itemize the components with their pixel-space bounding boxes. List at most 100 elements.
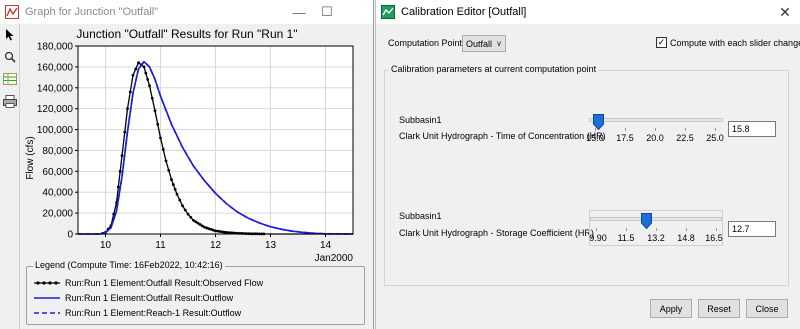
param1-name: Clark Unit Hydrograph - Time of Concentr… <box>399 131 606 141</box>
calibration-app-icon <box>381 5 395 19</box>
x-axis-label: Jan2000 <box>315 253 354 264</box>
graph-app-icon <box>5 5 19 19</box>
y-tick-label: 20,000 <box>42 209 73 220</box>
param1-tick-label: 25.0 <box>706 133 724 143</box>
print-icon[interactable] <box>1 92 19 110</box>
param2-tick-label: 9.90 <box>589 233 607 243</box>
param2-subbasin: Subbasin1 <box>399 211 442 221</box>
legend-swatch-reach-outflow <box>34 312 60 314</box>
observed-point <box>173 188 177 191</box>
x-tick-label: 12 <box>210 240 222 251</box>
plot-pane: Junction "Outfall" Results for Run "Run … <box>21 24 373 329</box>
table-icon[interactable] <box>1 70 19 88</box>
observed-point <box>120 154 124 158</box>
y-tick-label: 140,000 <box>37 83 74 94</box>
chart-title: Junction "Outfall" Results for Run "Run … <box>76 27 297 41</box>
observed-point <box>161 148 165 151</box>
observed-point <box>178 198 182 202</box>
observed-point <box>156 122 160 126</box>
calibration-window-title: Calibration Editor [Outfall] <box>401 6 527 18</box>
graph-window-title: Graph for Junction "Outfall" <box>25 6 159 18</box>
legend-label-reach-outflow: Run:Run 1 Element:Reach-1 Result:Outflow <box>65 308 242 318</box>
legend-item-reach-outflow: Run:Run 1 Element:Reach-1 Result:Outflow <box>33 307 241 319</box>
observed-point <box>142 65 146 69</box>
graph-titlebar[interactable]: Graph for Junction "Outfall" — ☐ <box>0 0 373 24</box>
compute-each-change-checkbox[interactable]: ✓ <box>656 37 667 48</box>
param2-tick-label: 16.5 <box>705 233 723 243</box>
y-tick-label: 60,000 <box>42 167 73 178</box>
observed-point <box>181 204 184 208</box>
observed-point <box>171 183 175 186</box>
observed-point <box>146 78 150 81</box>
y-tick-label: 120,000 <box>37 104 74 115</box>
observed-point <box>128 90 132 94</box>
checkmark-icon: ✓ <box>657 37 666 47</box>
observed-point <box>167 168 171 172</box>
chevron-down-icon: ∨ <box>496 39 502 48</box>
hydrograph-chart: Junction "Outfall" Results for Run "Run … <box>25 27 354 264</box>
observed-point <box>175 192 179 196</box>
legend-box: Legend (Compute Time: 16Feb2022, 10:42:1… <box>26 260 365 325</box>
reset-button[interactable]: Reset <box>698 299 740 318</box>
legend-swatch-observed <box>34 281 60 285</box>
param2-value-input[interactable]: 12.7 <box>728 221 776 237</box>
pointer-icon[interactable] <box>1 26 19 44</box>
x-tick-label: 14 <box>320 240 332 251</box>
observed-point <box>118 169 122 173</box>
param2-tick-label: 14.8 <box>677 233 695 243</box>
calibration-window: Calibration Editor [Outfall] ✕ Computati… <box>375 0 800 329</box>
param2-slider-thumb[interactable] <box>641 213 653 229</box>
observed-point <box>189 215 193 219</box>
observed-point <box>148 84 151 88</box>
param2-tick-label: 11.5 <box>617 233 635 243</box>
param1-value-input[interactable]: 15.8 <box>728 121 776 137</box>
observed-point <box>134 67 138 71</box>
param1-slider[interactable]: 15.0 17.5 20.0 22.5 25.0 <box>586 114 724 148</box>
compute-each-change-label: Compute with each slider change <box>670 38 800 48</box>
legend-item-outfall-outflow: Run:Run 1 Element:Outfall Result:Outflow <box>33 292 233 304</box>
close-icon[interactable]: ✕ <box>770 0 800 24</box>
param1-slider-track <box>589 118 723 122</box>
computation-point-label: Computation Point: <box>388 38 465 48</box>
y-axis-label: Flow (cfs) <box>25 136 36 179</box>
x-tick-label: 11 <box>155 240 166 251</box>
minimize-icon[interactable]: — <box>285 0 313 24</box>
observed-point <box>150 96 154 100</box>
legend-label-observed: Run:Run 1 Element:Outfall Result:Observe… <box>65 278 264 288</box>
observed-point <box>153 109 157 113</box>
close-button[interactable]: Close <box>746 299 788 318</box>
observed-point <box>137 61 140 65</box>
param1-tick-label: 17.5 <box>616 133 634 143</box>
param1-subbasin: Subbasin1 <box>399 115 442 125</box>
legend-swatch-outfall-outflow <box>34 297 60 299</box>
zoom-icon[interactable] <box>1 48 19 66</box>
y-tick-label: 0 <box>67 230 73 241</box>
param1-tick-label: 15.0 <box>586 133 604 143</box>
y-tick-label: 100,000 <box>37 125 74 136</box>
x-tick-label: 13 <box>265 240 277 251</box>
observed-point <box>144 71 148 75</box>
legend-item-observed: Run:Run 1 Element:Outfall Result:Observe… <box>33 277 263 289</box>
apply-button[interactable]: Apply <box>650 299 692 318</box>
observed-point <box>183 208 187 212</box>
param1-tick-label: 22.5 <box>676 133 694 143</box>
computation-point-select[interactable]: Outfall ∨ <box>462 35 506 52</box>
legend-title: Legend (Compute Time: 16Feb2022, 10:42:1… <box>33 260 225 270</box>
observed-point <box>116 185 120 189</box>
observed-point <box>126 107 129 111</box>
calibration-params-group: Calibration parameters at current comput… <box>384 64 789 286</box>
observed-point <box>123 130 127 134</box>
calibration-titlebar[interactable]: Calibration Editor [Outfall] ✕ <box>376 0 800 24</box>
observed-point <box>131 73 135 77</box>
param2-slider[interactable]: 9.90 11.5 13.2 14.8 16.5 <box>589 210 723 246</box>
y-tick-label: 40,000 <box>42 188 73 199</box>
computation-point-value: Outfall <box>466 38 493 49</box>
param1-tick-label: 20.0 <box>646 133 664 143</box>
maximize-icon[interactable]: ☐ <box>313 0 341 24</box>
param2-tick-label: 13.2 <box>647 233 665 243</box>
observed-point <box>170 178 173 182</box>
y-tick-label: 160,000 <box>37 62 74 73</box>
observed-point <box>164 159 168 163</box>
graph-toolbar <box>0 24 20 329</box>
graph-window: Graph for Junction "Outfall" — ☐ Junctio… <box>0 0 374 329</box>
